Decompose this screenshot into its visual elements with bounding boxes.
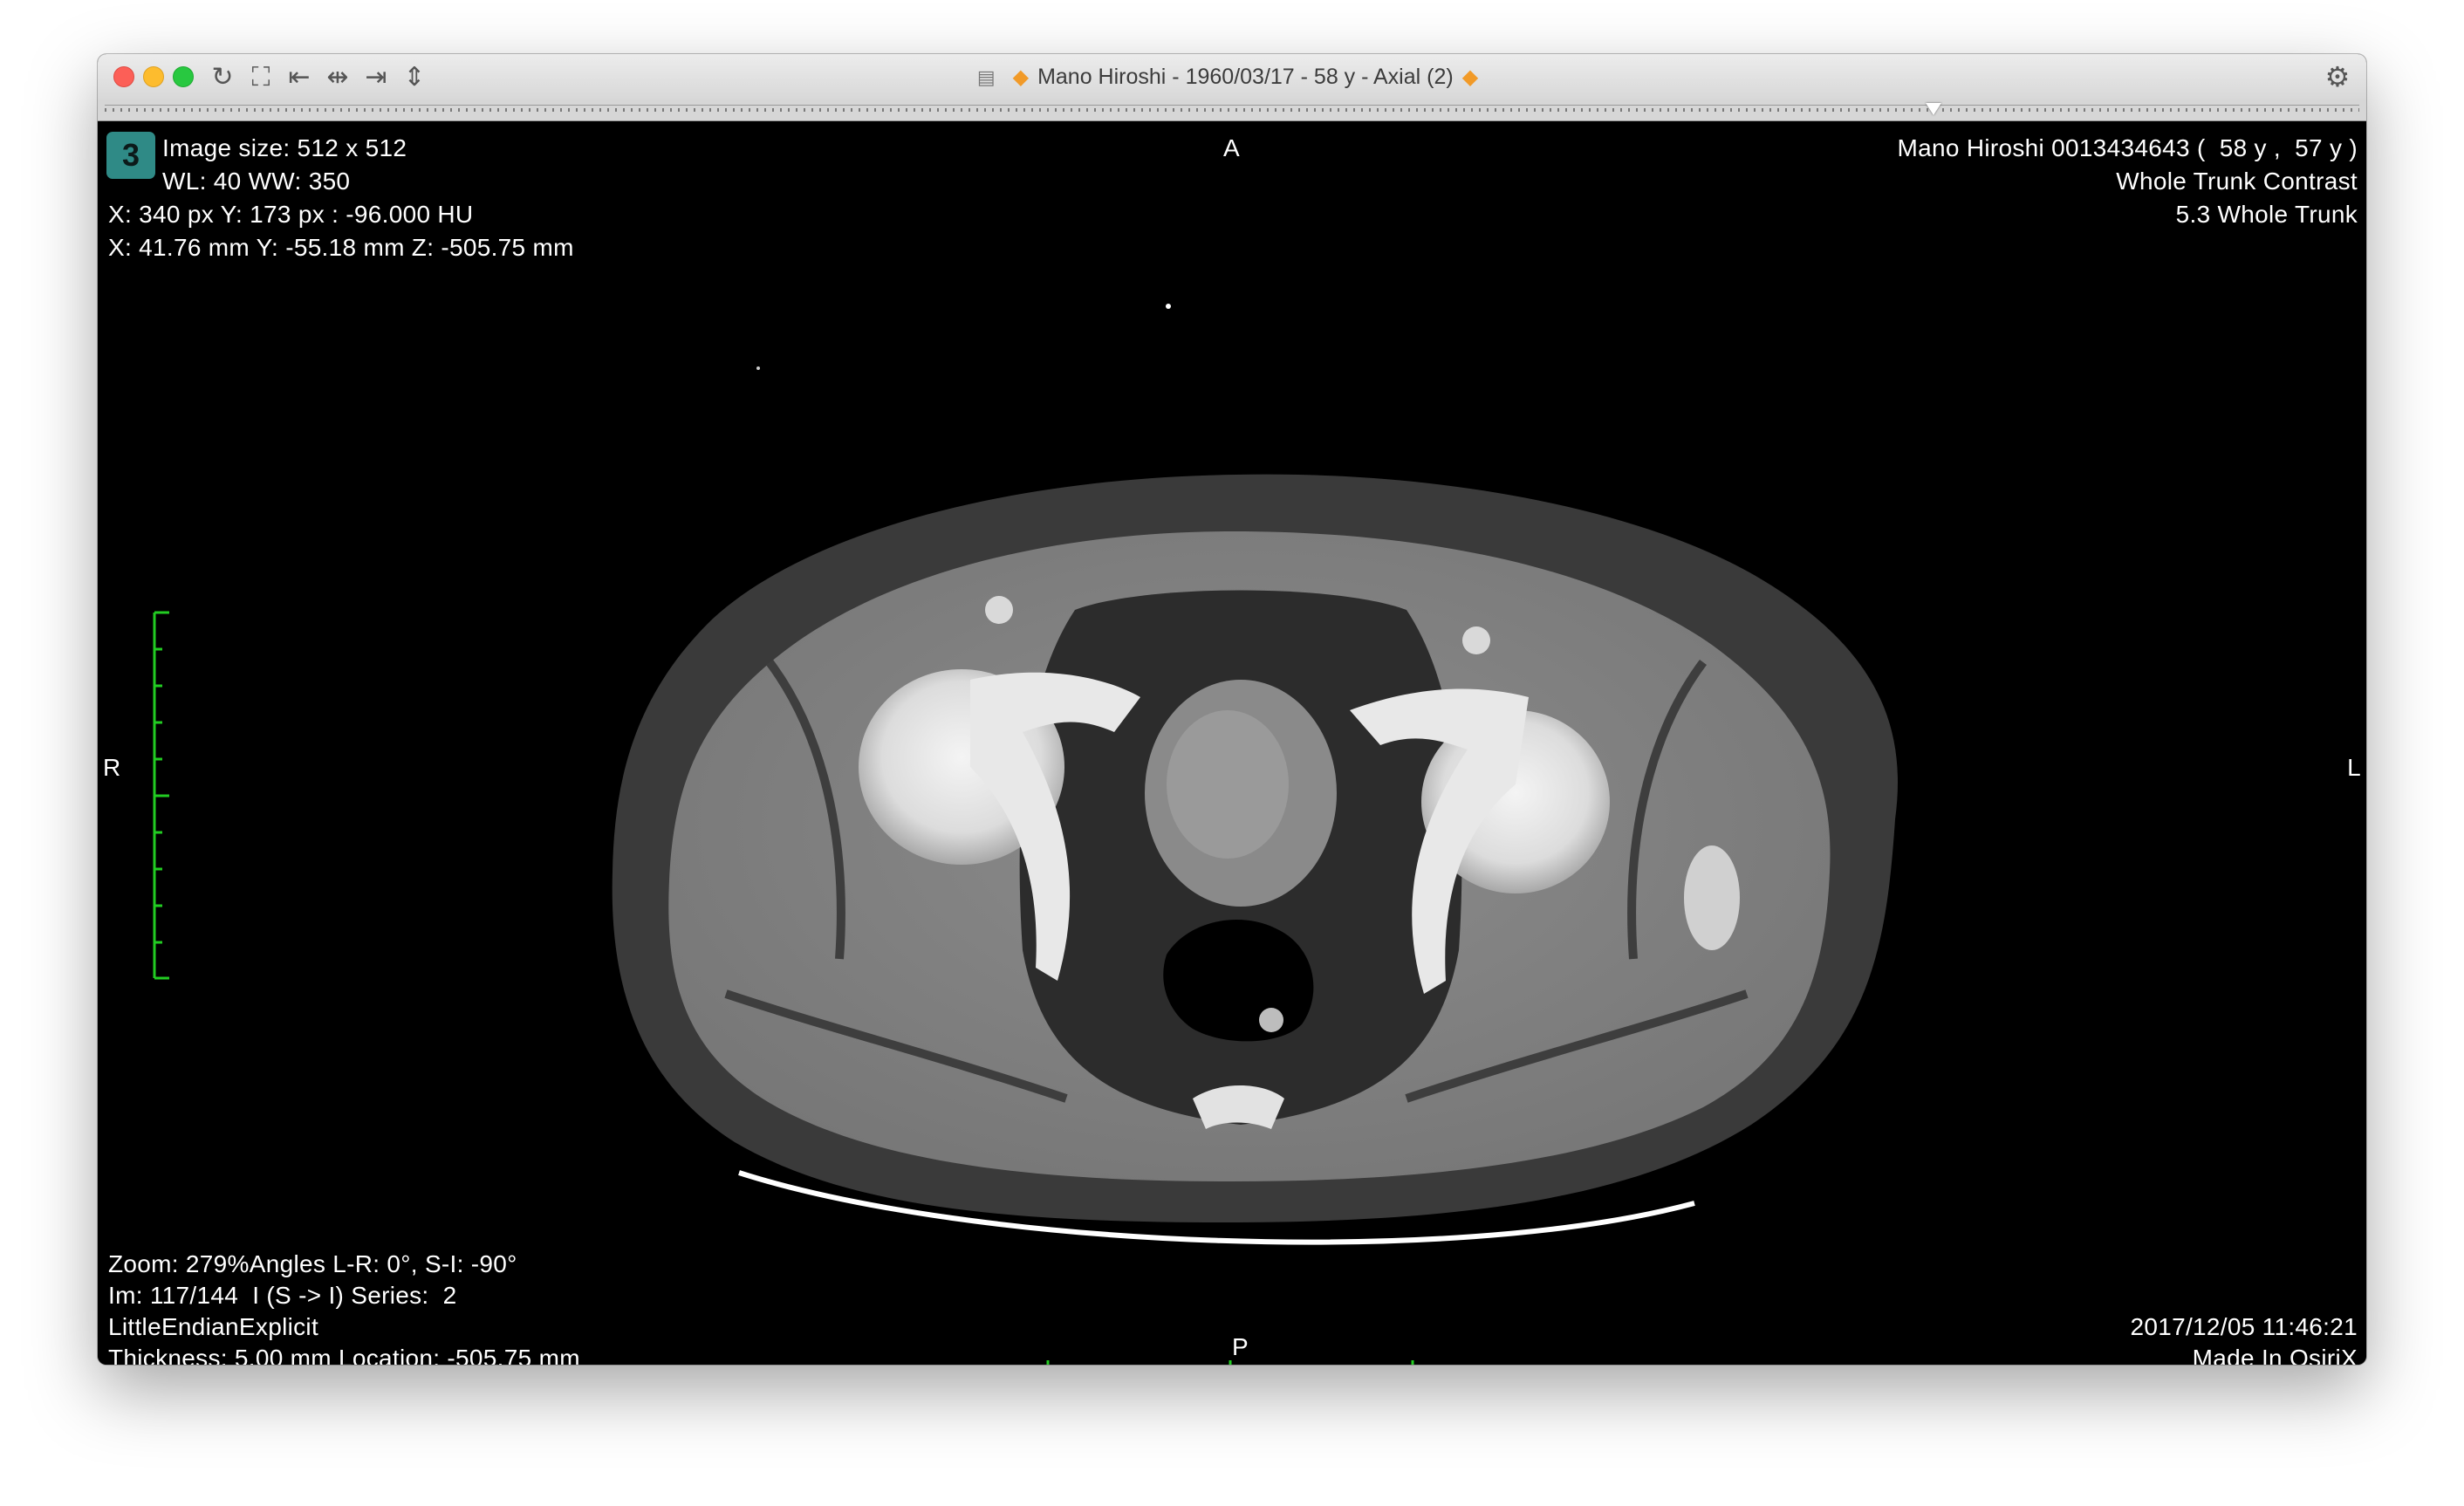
zoom-window-button[interactable] xyxy=(173,66,194,87)
vertical-scale-bar xyxy=(153,611,169,980)
left-femoral-vessel xyxy=(1462,626,1490,654)
window-title: Mano Hiroshi - 1960/03/17 - 58 y - Axial… xyxy=(1037,65,1454,89)
rotate-reset-icon[interactable]: ↻ xyxy=(208,63,237,92)
rectal-content xyxy=(1259,1008,1283,1032)
center-icon[interactable]: ⇹ xyxy=(323,63,352,92)
image-viewport[interactable]: 3 Image size: 512 x 512 WL: 40 WW: 350 X… xyxy=(98,121,2366,1365)
slider-track[interactable] xyxy=(105,105,2359,112)
series-description-label: 5.3 Whole Trunk xyxy=(2175,201,2358,228)
right-femoral-vessel xyxy=(985,596,1013,624)
go-first-icon[interactable]: ⇤ xyxy=(284,63,314,92)
coccyx xyxy=(1193,1085,1284,1129)
horizontal-scale-bar xyxy=(1046,1360,1414,1365)
fullscreen-icon[interactable]: ⛶ xyxy=(246,63,276,92)
pixel-coordinate-label: X: 340 px Y: 173 px : -96.000 HU xyxy=(108,201,474,228)
made-in-osirix-label: Made In OsiriX xyxy=(2192,1345,2358,1365)
series-number-badge: 3 xyxy=(106,132,155,179)
prostate xyxy=(1167,710,1289,859)
acquisition-datetime-label: 2017/12/05 11:46:21 xyxy=(2130,1313,2358,1340)
speck xyxy=(1166,304,1171,309)
left-trochanter xyxy=(1684,845,1740,950)
transfer-syntax-label: LittleEndianExplicit xyxy=(108,1313,319,1340)
image-slider[interactable] xyxy=(98,99,2366,121)
window-level-label: WL: 40 WW: 350 xyxy=(162,168,351,195)
window-title-row: ▤ ◆ Mano Hiroshi - 1960/03/17 - 58 y - Axi… xyxy=(98,54,2366,99)
orientation-top-label: A xyxy=(1223,134,1240,161)
title-bar[interactable]: ↻ ⛶ ⇤ ⇹ ⇥ ⇕ ▤ ◆ Mano Hiroshi - 1960/03/17 … xyxy=(98,54,2366,100)
patient-info-label: Mano Hiroshi 0013434643 ( 58 y , 57 y ) xyxy=(1897,134,2358,161)
minimize-window-button[interactable] xyxy=(143,66,164,87)
thickness-location-label: Thickness: 5.00 mm Location: -505.75 mm xyxy=(108,1345,580,1365)
study-description-label: Whole Trunk Contrast xyxy=(2116,168,2358,195)
image-size-label: Image size: 512 x 512 xyxy=(162,134,407,161)
ct-slice-image[interactable] xyxy=(98,121,2366,1365)
close-window-button[interactable] xyxy=(113,66,134,87)
rectum-air xyxy=(1163,920,1314,1042)
zoom-angles-label: Zoom: 279%Angles L-R: 0°, S-I: -90° xyxy=(108,1250,517,1277)
stack-icon[interactable]: ⇕ xyxy=(400,63,429,92)
osirix-viewer-window: ↻ ⛶ ⇤ ⇹ ⇥ ⇕ ▤ ◆ Mano Hiroshi - 1960/03/17 … xyxy=(98,54,2366,1365)
dicom-file-icon: ▤ xyxy=(976,67,996,89)
orange-diamond-icon: ◆ xyxy=(1012,65,1030,89)
speck xyxy=(756,366,760,370)
gear-icon[interactable]: ⚙ xyxy=(2323,62,2352,92)
orientation-bottom-label: P xyxy=(1232,1333,1249,1360)
orientation-left-label: R xyxy=(103,754,121,781)
mm-coordinate-label: X: 41.76 mm Y: -55.18 mm Z: -505.75 mm xyxy=(108,234,574,261)
orientation-right-label: L xyxy=(2347,754,2361,781)
go-last-icon[interactable]: ⇥ xyxy=(361,63,391,92)
orange-diamond-icon: ◆ xyxy=(1461,65,1479,89)
image-index-label: Im: 117/144 I (S -> I) Series: 2 xyxy=(108,1282,457,1309)
slider-thumb[interactable] xyxy=(1926,103,1942,115)
